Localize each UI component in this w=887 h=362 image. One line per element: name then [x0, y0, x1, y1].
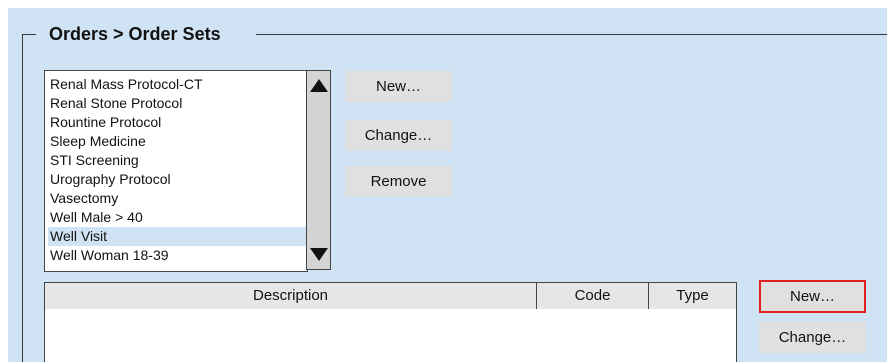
- list-item[interactable]: Rountine Protocol: [48, 113, 307, 132]
- column-header-description[interactable]: Description: [45, 283, 536, 309]
- list-item[interactable]: Sleep Medicine: [48, 132, 307, 151]
- change-order-button[interactable]: Change…: [759, 322, 866, 353]
- group-frame-top-left: [22, 34, 36, 35]
- new-order-set-button[interactable]: New…: [345, 71, 452, 102]
- list-item[interactable]: Vasectomy: [48, 189, 307, 208]
- group-frame-top-right: [256, 34, 887, 35]
- list-item[interactable]: Renal Stone Protocol: [48, 94, 307, 113]
- column-header-type[interactable]: Type: [649, 283, 736, 309]
- list-scrollbar[interactable]: [306, 70, 331, 270]
- list-item[interactable]: Well Male > 40: [48, 208, 307, 227]
- column-header-code[interactable]: Code: [537, 283, 648, 309]
- list-item[interactable]: Well Woman 18-39: [48, 246, 307, 265]
- new-order-button[interactable]: New…: [759, 280, 866, 313]
- order-sets-listbox[interactable]: Renal Mass Protocol-CT Renal Stone Proto…: [44, 70, 308, 272]
- scroll-down-arrow-icon[interactable]: [310, 248, 328, 261]
- list-item[interactable]: Renal Mass Protocol-CT: [48, 75, 307, 94]
- group-frame-left: [22, 34, 23, 362]
- orders-table-body[interactable]: [44, 309, 737, 362]
- list-item-selected[interactable]: Well Visit: [48, 227, 307, 246]
- list-item[interactable]: STI Screening: [48, 151, 307, 170]
- group-title: Orders > Order Sets: [46, 24, 224, 45]
- remove-order-set-button[interactable]: Remove: [345, 166, 452, 197]
- change-order-set-button[interactable]: Change…: [345, 120, 452, 151]
- scroll-up-arrow-icon[interactable]: [310, 79, 328, 92]
- list-item[interactable]: Urography Protocol: [48, 170, 307, 189]
- orders-table-header: Description Code Type: [44, 282, 737, 310]
